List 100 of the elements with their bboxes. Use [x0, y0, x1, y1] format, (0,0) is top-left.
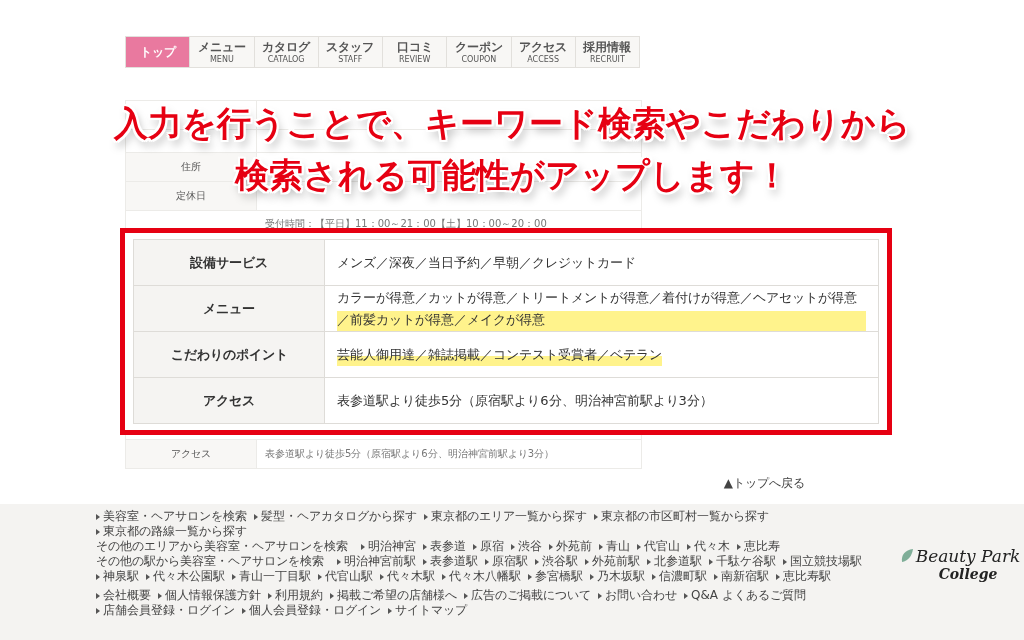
caret-icon: [268, 592, 272, 599]
footer-link[interactable]: お問い合わせ: [598, 588, 677, 603]
caret-icon: [96, 592, 100, 599]
caret-icon: [473, 543, 477, 550]
row-label: 住所: [181, 160, 201, 174]
footer-link[interactable]: 表参道駅: [423, 554, 478, 569]
caret-icon: [388, 607, 392, 614]
caret-icon: [549, 543, 553, 550]
caret-icon: [528, 573, 532, 580]
footer-link[interactable]: 原宿駅: [485, 554, 528, 569]
row-label: アクセス: [171, 447, 211, 461]
footer-link[interactable]: 代々木: [687, 539, 730, 554]
footer-link[interactable]: 個人情報保護方針: [158, 588, 261, 603]
caret-icon: [96, 528, 100, 535]
footer-link[interactable]: 渋谷駅: [535, 554, 578, 569]
row-label: アクセス: [203, 391, 255, 410]
caret-icon: [776, 573, 780, 580]
caret-icon: [337, 558, 341, 565]
back-to-top-link[interactable]: ▲トップへ戻る: [723, 475, 805, 492]
footer-link[interactable]: 個人会員登録・ログイン: [242, 603, 381, 618]
footer-link[interactable]: 代官山駅: [318, 569, 373, 584]
footer-link[interactable]: 会社概要: [96, 588, 151, 603]
caret-icon: [594, 513, 598, 520]
caret-icon: [423, 558, 427, 565]
caret-icon: [464, 592, 468, 599]
footer-link[interactable]: 明治神宮前駅: [337, 554, 416, 569]
footer-link[interactable]: 神泉駅: [96, 569, 139, 584]
footer-link[interactable]: 広告のご掲載について: [464, 588, 591, 603]
footer-link[interactable]: 乃木坂駅: [590, 569, 645, 584]
caret-icon: [96, 513, 100, 520]
row-label: メニュー: [203, 299, 255, 318]
footer-link[interactable]: 国立競技場駅: [783, 554, 862, 569]
footer-link[interactable]: 南新宿駅: [714, 569, 769, 584]
footer-link[interactable]: 青山一丁目駅: [232, 569, 311, 584]
caret-icon: [318, 573, 322, 580]
footer-label: その他のエリアから美容室・ヘアサロンを検索: [96, 539, 348, 554]
footer-link[interactable]: 外苑前駅: [585, 554, 640, 569]
logo: Beauty Park College: [915, 547, 1021, 582]
caret-icon: [423, 543, 427, 550]
footer-link[interactable]: 恵比寿: [737, 539, 780, 554]
caret-icon: [684, 592, 688, 599]
footer-link[interactable]: 千駄ケ谷駅: [709, 554, 776, 569]
caret-icon: [737, 543, 741, 550]
footer-link[interactable]: 東京都の路線一覧から探す: [96, 524, 247, 539]
row-label: 定休日: [176, 189, 206, 203]
footer-link[interactable]: 参宮橋駅: [528, 569, 583, 584]
caret-icon: [330, 592, 334, 599]
footer-link[interactable]: 美容室・ヘアサロンを検索: [96, 509, 247, 524]
footer-link[interactable]: 表参道: [423, 539, 466, 554]
caret-icon: [485, 558, 489, 565]
row-label: こだわりのポイント: [170, 345, 288, 364]
caret-icon: [146, 573, 150, 580]
footer-link[interactable]: 代々木八幡駅: [442, 569, 521, 584]
caret-icon: [599, 543, 603, 550]
caret-icon: [380, 573, 384, 580]
footer-link[interactable]: 信濃町駅: [652, 569, 707, 584]
caret-icon: [709, 558, 713, 565]
footer-link[interactable]: 代々木公園駅: [146, 569, 225, 584]
caret-icon: [442, 573, 446, 580]
caret-icon: [783, 558, 787, 565]
footer-link[interactable]: 代官山: [637, 539, 680, 554]
footer-link[interactable]: 北参道駅: [647, 554, 702, 569]
leaf-icon: [899, 547, 914, 563]
caret-icon: [535, 558, 539, 565]
row-label: 設備サービス: [190, 253, 268, 272]
row-value: 表参道駅より徒歩5分（原宿駅より6分、明治神宮前駅より3分）: [265, 447, 555, 461]
caret-icon: [511, 543, 515, 550]
row-value: メンズ／深夜／当日予約／早朝／クレジットカード: [337, 253, 636, 272]
caret-icon: [424, 513, 428, 520]
caret-icon: [585, 558, 589, 565]
caret-icon: [158, 592, 162, 599]
footer-link[interactable]: サイトマップ: [388, 603, 467, 618]
footer-link[interactable]: 恵比寿駅: [776, 569, 831, 584]
caret-icon: [652, 573, 656, 580]
footer-link[interactable]: 代々木駅: [380, 569, 435, 584]
footer-link[interactable]: 明治神宮: [361, 539, 416, 554]
row-value: 表参道駅より徒歩5分（原宿駅より6分、明治神宮前駅より3分）: [337, 391, 713, 410]
caret-icon: [637, 543, 641, 550]
headline-text: 入力を行うことで、キーワード検索やこだわりから: [113, 102, 911, 145]
headline-text: 検索される可能性がアップします！: [235, 154, 789, 197]
footer-link[interactable]: 髪型・ヘアカタログから探す: [254, 509, 417, 524]
footer-link[interactable]: 東京都の市区町村一覧から探す: [594, 509, 769, 524]
footer-link[interactable]: 原宿: [473, 539, 504, 554]
footer-link[interactable]: 店舗会員登録・ログイン: [96, 603, 235, 618]
caret-icon: [232, 573, 236, 580]
caret-icon: [714, 573, 718, 580]
caret-icon: [361, 543, 365, 550]
footer-link[interactable]: 東京都のエリア一覧から探す: [424, 509, 587, 524]
caret-icon: [96, 573, 100, 580]
footer-link[interactable]: 掲載ご希望の店舗様へ: [330, 588, 457, 603]
footer-link[interactable]: 外苑前: [549, 539, 592, 554]
caret-icon: [590, 573, 594, 580]
footer-link[interactable]: 利用規約: [268, 588, 323, 603]
footer-link[interactable]: 渋谷: [511, 539, 542, 554]
footer-link[interactable]: Q&A よくあるご質問: [684, 588, 806, 603]
caret-icon: [254, 513, 258, 520]
caret-icon: [687, 543, 691, 550]
footer-link[interactable]: 青山: [599, 539, 630, 554]
caret-icon: [598, 592, 602, 599]
footer-label: その他の駅から美容室・ヘアサロンを検索: [96, 554, 324, 569]
